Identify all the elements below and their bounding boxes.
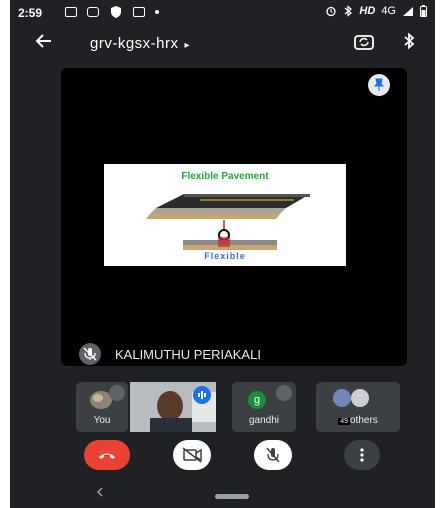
battery-icon: [420, 5, 427, 17]
meeting-top-bar: grv-kgsx-hrx ▸: [10, 26, 435, 62]
pin-icon[interactable]: [368, 74, 390, 96]
more-vert-icon: [360, 448, 364, 462]
slide-caption: Flexible: [204, 251, 246, 261]
arrow-left-icon[interactable]: [35, 32, 53, 56]
caret-right-icon: ▸: [184, 40, 191, 51]
status-time: 2:59: [18, 6, 43, 20]
participant-name: You: [93, 415, 111, 426]
participant-tile-gandhi[interactable]: g gandhi: [232, 382, 296, 432]
mic-toggle-button[interactable]: [254, 440, 292, 470]
others-label: others: [350, 415, 378, 426]
alarm-icon: [326, 6, 337, 17]
mic-off-icon: [266, 447, 280, 463]
participant-name: gandhi: [248, 415, 280, 426]
participant-tile-video[interactable]: [130, 382, 216, 432]
network-type: 4G: [381, 5, 396, 17]
dot-icon: [155, 10, 159, 14]
signal-icon: [403, 6, 413, 16]
hd-indicator: HD: [359, 5, 376, 17]
mic-off-icon: [276, 385, 292, 401]
participant-tile-you[interactable]: You: [76, 382, 128, 432]
participant-name: 49 others: [316, 415, 400, 426]
others-count: 49: [338, 418, 350, 425]
switch-camera-icon[interactable]: [353, 33, 375, 56]
status-bar: 2:59 HD 4G: [10, 0, 435, 26]
presentation-stage[interactable]: Flexible Pavement Flexible KALIMUTHU PER…: [61, 68, 407, 366]
mic-off-icon: [109, 385, 125, 401]
nav-home-pill[interactable]: [215, 494, 249, 499]
message-icon: [65, 7, 77, 17]
bluetooth-status-icon: [345, 5, 353, 17]
system-nav-bar: [10, 484, 435, 508]
mic-off-icon: [79, 343, 101, 365]
meeting-title[interactable]: grv-kgsx-hrx ▸: [90, 35, 190, 52]
speaking-indicator-icon: [193, 386, 211, 404]
call-controls: [10, 440, 435, 476]
photo-icon: [133, 7, 145, 17]
avatar: [333, 389, 369, 407]
participant-tile-others[interactable]: 49 others: [316, 382, 400, 432]
presenter-name: KALIMUTHU PERIAKALI: [115, 346, 261, 362]
presenter-label: KALIMUTHU PERIAKALI: [79, 343, 261, 365]
meeting-code: grv-kgsx-hrx: [90, 35, 179, 52]
video-icon: [87, 7, 99, 17]
end-call-button[interactable]: [84, 440, 130, 470]
participant-strip: You g gandhi 49 others: [76, 382, 406, 432]
bluetooth-icon[interactable]: [402, 32, 416, 55]
shield-icon: [111, 6, 121, 18]
phone-screen: 2:59 HD 4G grv-kgsx-hrx ▸ Flexible Pavem…: [10, 0, 435, 508]
more-options-button[interactable]: [344, 440, 380, 470]
shared-slide: Flexible Pavement Flexible: [104, 164, 346, 266]
avatar: g: [248, 391, 266, 409]
status-system-icons: HD 4G: [325, 5, 427, 17]
camera-toggle-button[interactable]: [173, 440, 211, 470]
camera-off-icon: [182, 447, 202, 463]
nav-back-icon[interactable]: [96, 486, 104, 501]
status-notification-icons: [65, 5, 159, 19]
end-call-icon: [99, 453, 115, 459]
